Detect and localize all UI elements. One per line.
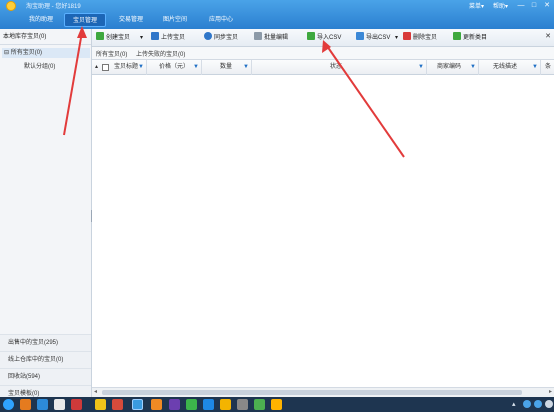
taskbar-app-icon[interactable] [151, 399, 162, 410]
toolbar: 创建宝贝 ▾ 上传宝贝 同步宝贝 批量编辑 导入CSV 导出CSV ▾ 删除宝贝… [92, 29, 554, 47]
filter-icon[interactable]: ▼ [243, 64, 249, 70]
filter-icon[interactable]: ▼ [193, 64, 199, 70]
taskbar-app-icon[interactable] [112, 399, 123, 410]
taskbar-app-icon[interactable] [54, 399, 65, 410]
tray-icon[interactable] [545, 400, 553, 408]
close-button[interactable]: ✕ [541, 0, 553, 11]
sort-arrow-icon: ▴ [95, 64, 99, 70]
column-title[interactable]: ▴ 宝贝标题 ▼ [92, 60, 147, 75]
tab-image-space[interactable]: 图片空间 [156, 13, 194, 27]
app-logo-icon [6, 1, 16, 11]
sync-icon [204, 32, 212, 40]
tree-item-default-group[interactable]: 默认分组(0) [24, 62, 55, 72]
sync-item-button[interactable]: 同步宝贝 [204, 32, 238, 44]
sidebar: 本地库存宝贝(0) ⊟ 所有宝贝(0) 默认分组(0) 出售中的宝贝(295) … [0, 29, 92, 402]
sidebar-item-on-sale[interactable]: 出售中的宝贝(295) [0, 334, 91, 351]
tree-item-all[interactable]: ⊟ 所有宝贝(0) [2, 48, 90, 58]
toolbar-close-icon[interactable]: ✕ [545, 32, 551, 40]
filter-icon[interactable]: ▼ [532, 64, 538, 70]
sidebar-item-recycle-bin[interactable]: 回收站(594) [0, 368, 91, 385]
scroll-left-icon[interactable]: ◂ [94, 388, 97, 395]
sidebar-item-online-warehouse[interactable]: 线上仓库中的宝贝(0) [0, 351, 91, 368]
taskbar-app-icon[interactable] [237, 399, 248, 410]
grid-header: ▴ 宝贝标题 ▼ 价格（元） ▼ 数量 ▼ 状态 ▼ 商家编码 ▼ 无线描述 ▼… [92, 60, 554, 75]
column-quantity[interactable]: 数量 ▼ [202, 60, 252, 75]
column-status[interactable]: 状态 ▼ [252, 60, 427, 75]
scrollbar-thumb[interactable] [102, 390, 522, 395]
column-mobile-desc[interactable]: 无线描述 ▼ [479, 60, 541, 75]
taskbar-app-icon[interactable] [186, 399, 197, 410]
window-title: 淘宝助理 - 您好1819 [26, 4, 81, 10]
sidebar-title: 本地库存宝贝(0) [0, 29, 91, 45]
import-csv-button[interactable]: 导入CSV [307, 32, 341, 44]
taskbar-app-icon[interactable] [37, 399, 48, 410]
tab-trade-management[interactable]: 交易管理 [112, 13, 150, 27]
taskbar-app-icon[interactable] [20, 399, 31, 410]
plus-icon [96, 32, 104, 40]
tab-app-center[interactable]: 应用中心 [202, 13, 240, 27]
filter-icon[interactable]: ▼ [418, 64, 424, 70]
update-category-button[interactable]: 更新类目 [453, 32, 487, 44]
tab-my-assistant[interactable]: 我的助理 [22, 13, 60, 27]
taskbar-app-icon[interactable] [169, 399, 180, 410]
tray-icon[interactable] [534, 400, 542, 408]
create-dropdown-arrow[interactable]: ▾ [140, 32, 143, 44]
upload-item-button[interactable]: 上传宝贝 [151, 32, 185, 44]
tray-icon[interactable] [523, 400, 531, 408]
tab-all-items[interactable]: 所有宝贝(0) [96, 49, 127, 58]
import-icon [307, 32, 315, 40]
collapse-icon[interactable]: ⊟ [4, 50, 11, 56]
start-icon[interactable] [3, 399, 14, 410]
select-all-checkbox[interactable] [102, 64, 109, 71]
taskbar-app-icon-active[interactable] [132, 399, 143, 410]
minimize-button[interactable]: — [515, 0, 527, 11]
batch-edit-button[interactable]: 批量编辑 [254, 32, 288, 44]
menu-button[interactable]: 菜单▾ [469, 1, 484, 10]
column-more[interactable]: 条 [541, 60, 554, 75]
maximize-button[interactable]: □ [528, 0, 540, 11]
filter-icon[interactable]: ▼ [138, 64, 144, 70]
taskbar-app-icon[interactable] [220, 399, 231, 410]
export-dropdown-arrow[interactable]: ▾ [395, 32, 398, 44]
tab-upload-failed[interactable]: 上传失败的宝贝(0) [136, 49, 185, 58]
upload-icon [151, 32, 159, 40]
taskbar-app-icon[interactable] [254, 399, 265, 410]
edit-icon [254, 32, 262, 40]
scroll-right-icon[interactable]: ▸ [549, 388, 552, 395]
delete-icon [403, 32, 411, 40]
title-bar: 淘宝助理 - 您好1819 我的助理 宝贝管理 交易管理 图片空间 应用中心 菜… [0, 0, 554, 29]
column-merchant-code[interactable]: 商家编码 ▼ [427, 60, 479, 75]
taskbar-app-icon[interactable] [95, 399, 106, 410]
column-price[interactable]: 价格（元） ▼ [147, 60, 202, 75]
taskbar-app-icon[interactable] [203, 399, 214, 410]
taskbar-app-icon[interactable] [271, 399, 282, 410]
filter-icon[interactable]: ▼ [470, 64, 476, 70]
os-taskbar: ▴ [0, 397, 554, 412]
tray-chevron-icon[interactable]: ▴ [512, 400, 516, 408]
help-button[interactable]: 帮助▾ [493, 1, 508, 10]
taskbar-app-icon[interactable] [71, 399, 82, 410]
content-tab-bar: 所有宝贝(0) 上传失败的宝贝(0) [92, 47, 554, 60]
delete-item-button[interactable]: 删除宝贝 [403, 32, 437, 44]
refresh-icon [453, 32, 461, 40]
items-grid[interactable] [92, 75, 554, 387]
tab-item-management[interactable]: 宝贝管理 [64, 13, 106, 27]
export-csv-button[interactable]: 导出CSV [356, 32, 390, 44]
create-item-button[interactable]: 创建宝贝 [96, 32, 130, 44]
export-icon [356, 32, 364, 40]
horizontal-scrollbar[interactable]: ◂ ▸ [92, 387, 554, 397]
